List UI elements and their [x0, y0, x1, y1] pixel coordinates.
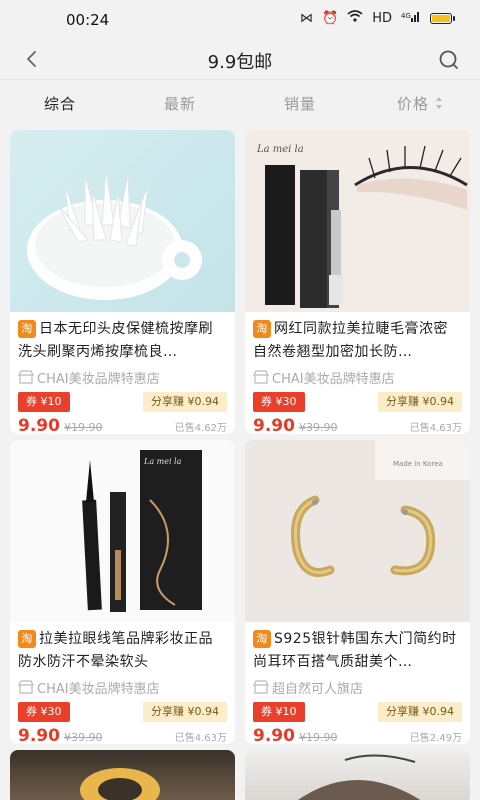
product-card[interactable]: La mei la 淘网红同款拉美拉睫毛膏浓密自然卷翘型加密加长防… CHAI美…: [245, 130, 470, 434]
card-label-text: Made in Korea: [393, 460, 443, 468]
search-button[interactable]: [434, 45, 464, 75]
shop-name-text: CHAI美妆品牌特惠店: [37, 371, 160, 387]
shop-icon: [18, 370, 34, 384]
sold-count: 已售4.62万: [174, 423, 227, 434]
original-price: ¥19.90: [298, 731, 338, 744]
product-title: 淘网红同款拉美拉睫毛膏浓密自然卷翘型加密加长防…: [253, 318, 462, 364]
shop-name-text: CHAI美妆品牌特惠店: [272, 371, 395, 387]
brand-logo-text: La mei la: [143, 457, 182, 466]
shop-name-text: 超自然可人旗店: [272, 681, 364, 697]
price: 9.90: [18, 416, 60, 434]
vibrate-icon: ⋈: [300, 10, 314, 26]
tab-newest[interactable]: 最新: [120, 81, 240, 125]
tab-sales[interactable]: 销量: [240, 81, 360, 125]
taobao-badge: 淘: [253, 630, 271, 648]
product-card[interactable]: Made in Korea 淘 S925银针韩国东大门简约时尚耳环百搭气质甜美个……: [245, 440, 470, 744]
shop-name: 超自然可人旗店: [253, 677, 462, 697]
nav-bar: 9.9包邮: [0, 40, 480, 80]
product-title-text: 拉美拉眼线笔品牌彩妆正品防水防汗不晕染软头: [18, 631, 213, 670]
product-image-partial: [245, 750, 470, 800]
product-title-text: 网红同款拉美拉睫毛膏浓密自然卷翘型加密加长防…: [253, 321, 448, 360]
battery-icon: [430, 12, 455, 24]
shop-name-text: CHAI美妆品牌特惠店: [37, 681, 160, 697]
tab-label: 销量: [283, 94, 316, 113]
network-label: HD: [372, 10, 392, 26]
price: 9.90: [253, 416, 295, 434]
coupon-badge: 券 ¥30: [18, 702, 70, 722]
product-card[interactable]: [10, 750, 235, 800]
taobao-badge: 淘: [18, 320, 36, 338]
sort-arrows-icon: [436, 97, 442, 109]
price: 9.90: [18, 726, 60, 744]
sold-count: 已售4.63万: [409, 423, 462, 434]
coupon-badge: 券 ¥10: [18, 392, 70, 412]
tab-label: 最新: [163, 94, 196, 113]
price: 9.90: [253, 726, 295, 744]
sold-count: 已售2.49万: [409, 733, 462, 744]
original-price: ¥39.90: [63, 731, 103, 744]
product-title: 淘拉美拉眼线笔品牌彩妆正品防水防汗不晕染软头: [18, 628, 227, 674]
page-title: 9.9包邮: [207, 52, 273, 73]
tab-comprehensive[interactable]: 综合: [0, 81, 120, 125]
wifi-icon: [347, 10, 363, 26]
product-title: 淘 S925银针韩国东大门简约时尚耳环百搭气质甜美个…: [253, 628, 462, 674]
share-earn-button[interactable]: 分享赚 ¥0.94: [378, 702, 462, 722]
product-card[interactable]: La mei la 淘拉美拉眼线笔品牌彩妆正品防水防汗不晕染软头 CHAI美妆品…: [10, 440, 235, 744]
product-title: 淘日本无印头皮保健梳按摩刷洗头刷聚丙烯按摩梳良…: [18, 318, 227, 364]
product-card[interactable]: 淘日本无印头皮保健梳按摩刷洗头刷聚丙烯按摩梳良… CHAI美妆品牌特惠店 券 ¥…: [10, 130, 235, 434]
shop-icon: [253, 680, 269, 694]
product-image-scalp-brush: [10, 130, 235, 312]
taobao-badge: 淘: [253, 320, 271, 338]
status-time: 00:24: [66, 11, 110, 29]
tab-price[interactable]: 价格: [360, 81, 480, 125]
product-image-partial: [10, 750, 235, 800]
product-card[interactable]: [245, 750, 470, 800]
share-earn-button[interactable]: 分享赚 ¥0.94: [143, 702, 227, 722]
status-bar: 00:24 ⋈ ⏰ HD 4G: [0, 0, 480, 40]
product-image-mascara: La mei la: [245, 130, 470, 312]
share-earn-button[interactable]: 分享赚 ¥0.94: [378, 392, 462, 412]
alarm-icon: ⏰: [322, 10, 339, 26]
sort-tabs: 综合 最新 销量 价格: [0, 81, 480, 125]
product-image-earrings: Made in Korea: [245, 440, 470, 622]
tab-label: 价格: [396, 94, 429, 113]
tab-label: 综合: [43, 94, 76, 113]
original-price: ¥19.90: [63, 421, 103, 434]
product-title-text: S925银针韩国东大门简约时尚耳环百搭气质甜美个…: [253, 631, 457, 670]
search-icon: [439, 50, 458, 69]
status-icons: ⋈ ⏰ HD 4G: [300, 10, 455, 26]
share-earn-button[interactable]: 分享赚 ¥0.94: [143, 392, 227, 412]
shop-name: CHAI美妆品牌特惠店: [18, 677, 227, 697]
coupon-badge: 券 ¥30: [253, 392, 305, 412]
product-image-eyeliner: La mei la: [10, 440, 235, 622]
shop-name: CHAI美妆品牌特惠店: [18, 367, 227, 387]
shop-icon: [253, 370, 269, 384]
shop-name: CHAI美妆品牌特惠店: [253, 367, 462, 387]
taobao-badge: 淘: [18, 630, 36, 648]
signal-icon: 4G: [401, 10, 421, 26]
svg-text:4G: 4G: [401, 12, 411, 20]
coupon-badge: 券 ¥10: [253, 702, 305, 722]
product-title-text: 日本无印头皮保健梳按摩刷洗头刷聚丙烯按摩梳良…: [18, 321, 213, 360]
shop-icon: [18, 680, 34, 694]
original-price: ¥39.90: [298, 421, 338, 434]
brand-logo-text: La mei la: [256, 144, 304, 155]
sold-count: 已售4.63万: [174, 733, 227, 744]
